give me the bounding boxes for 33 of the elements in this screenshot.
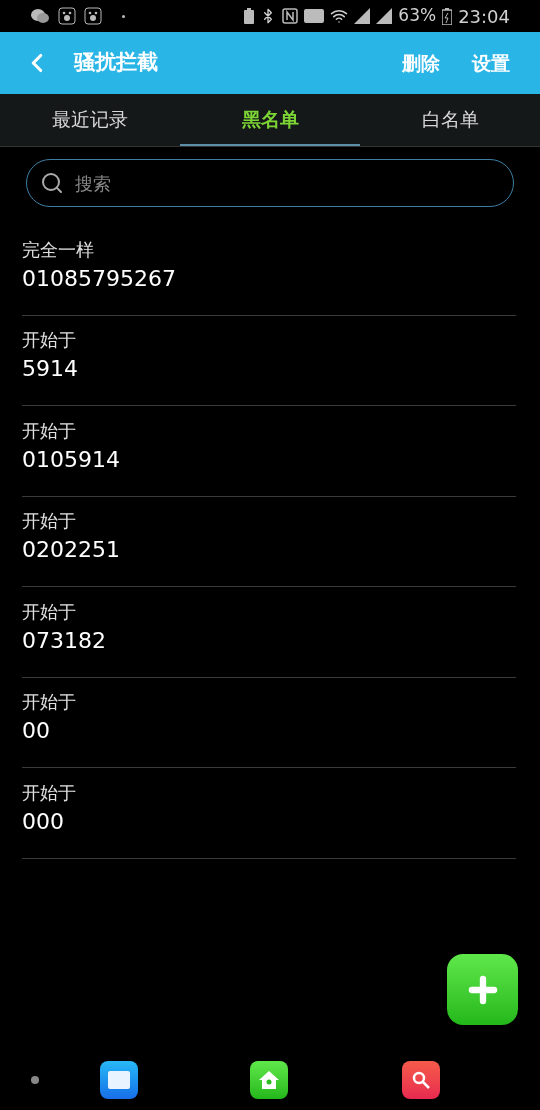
- match-type: 开始于: [22, 418, 77, 443]
- nfc-icon: [282, 8, 299, 24]
- add-button[interactable]: [447, 954, 518, 1025]
- phone-number: 00: [22, 717, 51, 746]
- chat-icon: [30, 8, 50, 24]
- clock: 23:04: [458, 4, 510, 29]
- tab[interactable]: 黑名单: [180, 94, 360, 146]
- tab[interactable]: 白名单: [360, 94, 540, 146]
- phone-number: 0202251: [22, 536, 121, 565]
- home-app-icon[interactable]: [250, 1061, 288, 1099]
- signal-icon: [354, 8, 371, 24]
- match-type: 开始于: [22, 690, 77, 715]
- phone-number: 000: [22, 807, 65, 836]
- match-type: 开始于: [22, 599, 77, 624]
- match-type: 开始于: [22, 509, 77, 534]
- phone-number: 073182: [22, 626, 107, 655]
- search-icon: [40, 171, 64, 195]
- wifi-icon: [330, 7, 349, 25]
- match-type: 开始于: [22, 328, 77, 353]
- search-app-icon[interactable]: [402, 1061, 440, 1099]
- battery-percent: 63%: [398, 4, 437, 28]
- screen-title: 骚扰拦截: [74, 49, 158, 77]
- phone-number: 01085795267: [22, 264, 177, 293]
- battery-saver-icon: [244, 8, 255, 24]
- search-field[interactable]: 搜索: [26, 159, 514, 207]
- cards-app-icon[interactable]: [100, 1061, 138, 1099]
- tab[interactable]: 最近记录: [0, 94, 180, 146]
- match-type: 完全一样: [22, 237, 95, 262]
- match-type: 开始于: [22, 780, 77, 805]
- signal-icon: [376, 8, 393, 24]
- phone-number: 0105914: [22, 445, 121, 474]
- battery-charging-icon: [442, 7, 453, 25]
- phone-number: 5914: [22, 355, 79, 384]
